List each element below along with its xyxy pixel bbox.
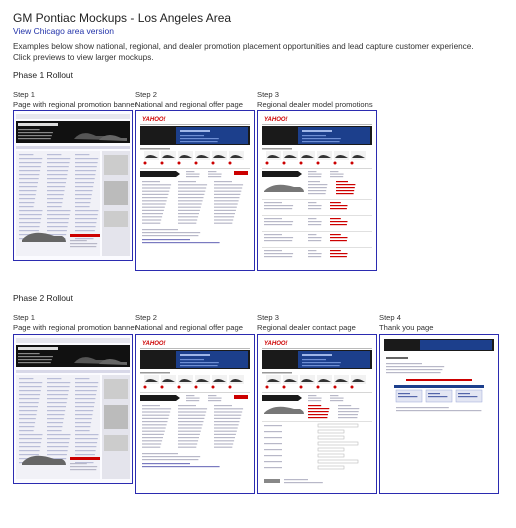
mockup-preview-image <box>380 335 498 493</box>
step-label: Step 1 <box>13 90 35 99</box>
page-title: GM Pontiac Mockups - Los Angeles Area <box>13 11 232 25</box>
step-label: Step 3 <box>257 90 279 99</box>
phase-2-heading: Phase 2 Rollout <box>13 293 74 303</box>
phase2-step2-preview[interactable]: YAHOO! <box>135 334 255 494</box>
chicago-version-link[interactable]: View Chicago area version <box>13 26 114 36</box>
intro-text: Examples below show national, regional, … <box>13 41 503 63</box>
phase2-step3-heading: Step 3 Regional dealer contact page <box>257 313 356 333</box>
phase2-step2-heading: Step 2 National and regional offer page <box>135 313 243 333</box>
svg-text:YAHOO!: YAHOO! <box>142 341 166 347</box>
step-label: Step 4 <box>379 313 401 322</box>
phase2-step3-preview[interactable]: YAHOO! <box>257 334 377 494</box>
phase1-step1-preview[interactable] <box>13 110 133 261</box>
intro-line-2: Click previews to view larger mockups. <box>13 53 154 62</box>
step-label: Step 1 <box>13 313 35 322</box>
phase1-step3-preview[interactable]: YAHOO! <box>257 110 377 271</box>
step-caption: Regional dealer model promotions <box>257 100 373 109</box>
phase-1-heading: Phase 1 Rollout <box>13 70 74 80</box>
intro-line-1: Examples below show national, regional, … <box>13 42 474 51</box>
step-label: Step 3 <box>257 313 279 322</box>
phase2-step1-preview[interactable] <box>13 334 133 484</box>
phase1-step3-heading: Step 3 Regional dealer model promotions <box>257 90 373 110</box>
svg-text:YAHOO!: YAHOO! <box>264 117 288 123</box>
step-caption: National and regional offer page <box>135 323 243 332</box>
mockup-preview-image: YAHOO! <box>258 111 376 270</box>
step-caption: Page with regional promotion banner <box>13 100 138 109</box>
svg-text:YAHOO!: YAHOO! <box>264 341 288 347</box>
phase2-step1-heading: Step 1 Page with regional promotion bann… <box>13 313 137 333</box>
mockup-preview-image: YAHOO! <box>258 335 376 493</box>
step-caption: Page with regional promotion banner <box>13 323 138 332</box>
phase2-step4-preview[interactable] <box>379 334 499 494</box>
step-caption: Regional dealer contact page <box>257 323 356 332</box>
phase1-step1-heading: Step 1 Page with regional promotion bann… <box>13 90 137 110</box>
phase2-step4-heading: Step 4 Thank you page <box>379 313 433 333</box>
step-caption: National and regional offer page <box>135 100 243 109</box>
phase1-step2-heading: Step 2 National and regional offer page <box>135 90 243 110</box>
mockup-preview-image: YAHOO! <box>136 111 254 270</box>
step-caption: Thank you page <box>379 323 434 332</box>
step-label: Step 2 <box>135 90 157 99</box>
mockup-preview-image <box>14 111 132 260</box>
mockup-preview-image <box>14 335 132 483</box>
svg-text:YAHOO!: YAHOO! <box>142 117 166 123</box>
step-label: Step 2 <box>135 313 157 322</box>
phase1-step2-preview[interactable]: YAHOO! <box>135 110 255 271</box>
mockup-preview-image: YAHOO! <box>136 335 254 493</box>
